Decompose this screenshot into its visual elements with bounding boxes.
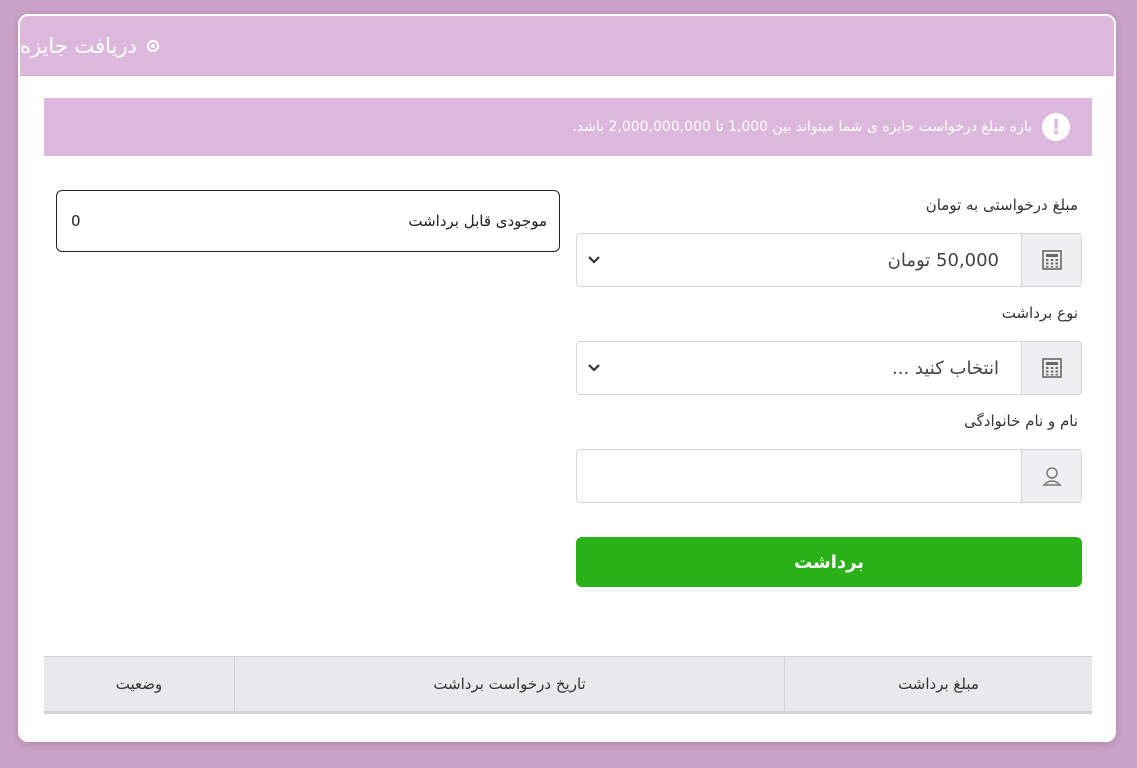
user-icon bbox=[1021, 450, 1081, 502]
calculator-icon bbox=[1021, 342, 1081, 394]
name-input[interactable] bbox=[577, 450, 1021, 502]
type-select[interactable]: انتخاب کنید ... bbox=[576, 341, 1082, 395]
chevron-down-icon[interactable] bbox=[577, 234, 611, 286]
balance-box: 0 موجودی قابل برداشت bbox=[56, 190, 560, 252]
type-value: انتخاب کنید ... bbox=[892, 357, 999, 379]
info-alert: ! بازه مبلغ درخواست جایزه ی شما میتواند … bbox=[44, 98, 1092, 156]
amount-value: 50,000 تومان bbox=[887, 249, 999, 271]
name-field[interactable] bbox=[576, 449, 1082, 503]
name-label: نام و نام خانوادگی bbox=[964, 412, 1078, 430]
page-title: دریافت جایزه bbox=[20, 33, 137, 58]
amount-select[interactable]: 50,000 تومان bbox=[576, 233, 1082, 287]
column-amount: مبلغ برداشت bbox=[898, 675, 979, 693]
withdraw-button[interactable]: برداشت bbox=[576, 537, 1082, 587]
withdrawals-table-header: وضعیت تاریخ درخواست برداشت مبلغ برداشت bbox=[44, 656, 1092, 714]
withdraw-card: دریافت جایزه ! بازه مبلغ درخواست جایزه ی… bbox=[18, 14, 1116, 742]
card-header: دریافت جایزه bbox=[20, 16, 1114, 76]
chevron-down-icon[interactable] bbox=[577, 342, 611, 394]
alert-message: بازه مبلغ درخواست جایزه ی شما میتواند بی… bbox=[572, 119, 1032, 135]
exclamation-icon: ! bbox=[1042, 113, 1070, 141]
circle-bullet-icon bbox=[146, 39, 159, 52]
type-label: نوع برداشت bbox=[1001, 304, 1078, 322]
calculator-icon bbox=[1021, 234, 1081, 286]
amount-label: مبلغ درخواستی به تومان bbox=[925, 196, 1078, 214]
column-status: وضعیت bbox=[44, 657, 235, 711]
column-request-date: تاریخ درخواست برداشت bbox=[235, 657, 785, 711]
balance-label: موجودی قابل برداشت bbox=[408, 212, 547, 230]
balance-value: 0 bbox=[71, 212, 81, 230]
